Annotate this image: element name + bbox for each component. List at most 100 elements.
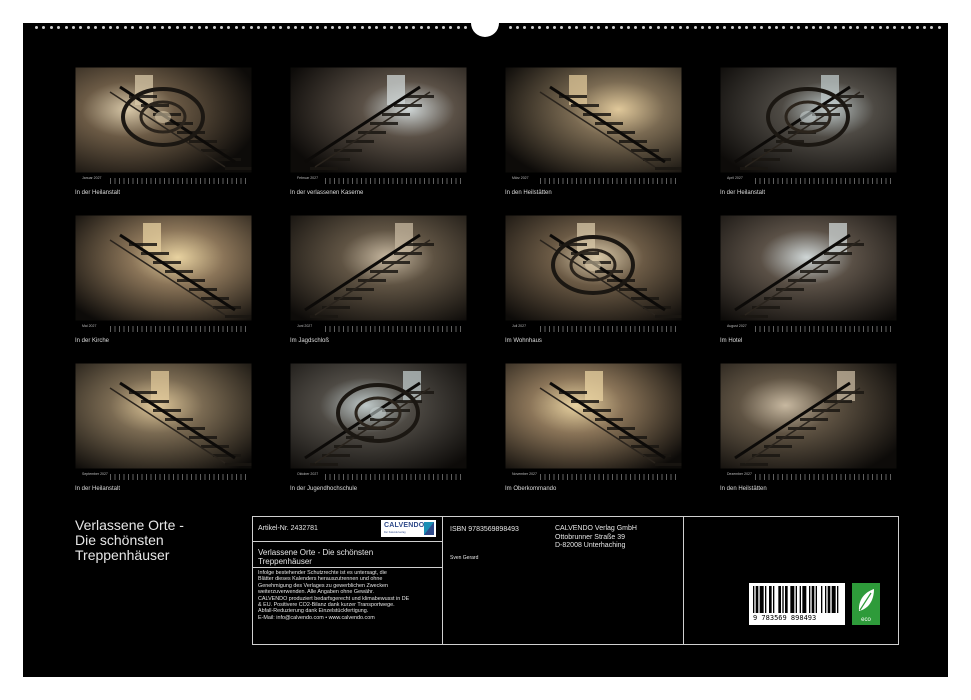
month-caption: In den Heilstätten [505,190,552,196]
binding-ring [634,26,638,29]
date-strip: Februar 2027 [290,176,467,186]
binding-ring [752,26,756,29]
binding-ring [871,26,875,29]
month-caption: In der Heilanstalt [75,190,121,196]
binding-ring [442,26,445,29]
publisher-line: CALVENDO Verlag GmbH [555,525,637,532]
date-strip: Mai 2027 [75,324,252,334]
divider [253,567,442,568]
binding-ring [627,26,630,29]
month-name: Oktober 2027 [297,472,319,476]
binding-ring [49,26,53,29]
binding-ring [257,26,260,29]
month-caption: Im Wohnhaus [505,338,542,344]
binding-ring [205,26,209,29]
binding-ring [856,26,860,29]
month-name: September 2027 [82,472,108,476]
eco-leaf-icon: eco [852,583,880,625]
binding-ring [701,26,704,29]
binding-ring [900,26,904,29]
isbn-barcode: 9 783569 898493 [749,583,845,625]
month-name: November 2027 [512,472,537,476]
article-number: Artikel-Nr. 2432781 [258,525,318,532]
binding-ring [294,26,297,29]
date-strip: Juli 2027 [505,324,682,334]
binding-ring [79,26,83,29]
binding-ring [168,26,172,29]
month-name: Januar 2027 [82,176,102,180]
binding-ring [360,26,364,29]
day-ticks [325,178,464,184]
date-strip: September 2027 [75,472,252,482]
binding-ring [197,26,201,29]
binding-ring [316,26,320,29]
binding-ring [693,26,697,29]
binding-ring [745,26,749,29]
binding-ring [886,26,889,29]
binding-ring [264,26,268,29]
calvendo-logo: CALVENDO Der Kalenderverlag [381,520,436,537]
legal-line: E-Mail: info@calvendo.com • www.calvendo… [258,614,375,621]
binding-ring [671,26,675,29]
binding-ring [738,26,741,29]
date-strip: November 2027 [505,472,682,482]
hanger-hole [471,9,499,37]
month-name: Februar 2027 [297,176,319,180]
month-photo [720,363,897,469]
binding-ring [730,26,734,29]
calendar-title: Verlassene Orte - Die schönsten Treppenh… [75,517,184,563]
binding-ring [242,26,246,29]
publisher-line: Ottobrunner Straße 39 [555,533,626,541]
day-ticks [110,178,249,184]
isbn: ISBN 9783569898493 [450,526,519,533]
binding-ring [35,26,38,29]
binding-ring [116,26,120,29]
binding-ring [664,26,667,29]
author: Sven Gerard [450,555,479,561]
day-ticks [540,326,679,332]
binding-ring [523,26,527,29]
binding-ring [834,26,838,29]
binding-ring [271,26,275,29]
binding-ring [915,26,919,29]
binding-ring [94,26,98,29]
month-caption: In der Jugendhochschule [290,486,358,492]
month-photo [505,363,682,469]
binding-ring [353,26,357,29]
binding-ring [893,26,897,29]
calendar-back-page: Januar 2027 In der Heilanstalt Februar 202… [23,9,948,677]
binding-ring [612,26,616,29]
date-strip: Dezember 2027 [720,472,897,482]
month-photo [720,67,897,173]
binding-ring [604,26,608,29]
day-ticks [540,474,679,480]
binding-ring [146,26,149,29]
month-photo [720,215,897,321]
binding-ring [937,26,941,29]
binding-ring [412,26,416,29]
binding-ring [708,26,712,29]
binding-ring [649,26,653,29]
day-ticks [325,474,464,480]
binding-ring [464,26,468,29]
binding-ring [397,26,401,29]
month-photo [505,67,682,173]
binding-ring [841,26,845,29]
binding-ring [923,26,926,29]
barcode-number: 9 783569 898493 [753,614,817,622]
binding-ring [804,26,808,29]
day-ticks [755,474,894,480]
binding-ring [545,26,549,29]
binding-ring [286,26,290,29]
day-ticks [110,474,249,480]
binding-ring [382,26,386,29]
publisher-line: D-82008 Unterhaching [555,542,626,549]
binding-ring [449,26,453,29]
eco-badge: eco [852,583,880,625]
binding-ring [812,26,815,29]
binding-ring [782,26,786,29]
binding-ring [42,26,46,29]
binding-ring [656,26,660,29]
binding-ring [575,26,579,29]
info-panel: Artikel-Nr. 2432781 CALVENDO Der Kalende… [252,516,899,645]
